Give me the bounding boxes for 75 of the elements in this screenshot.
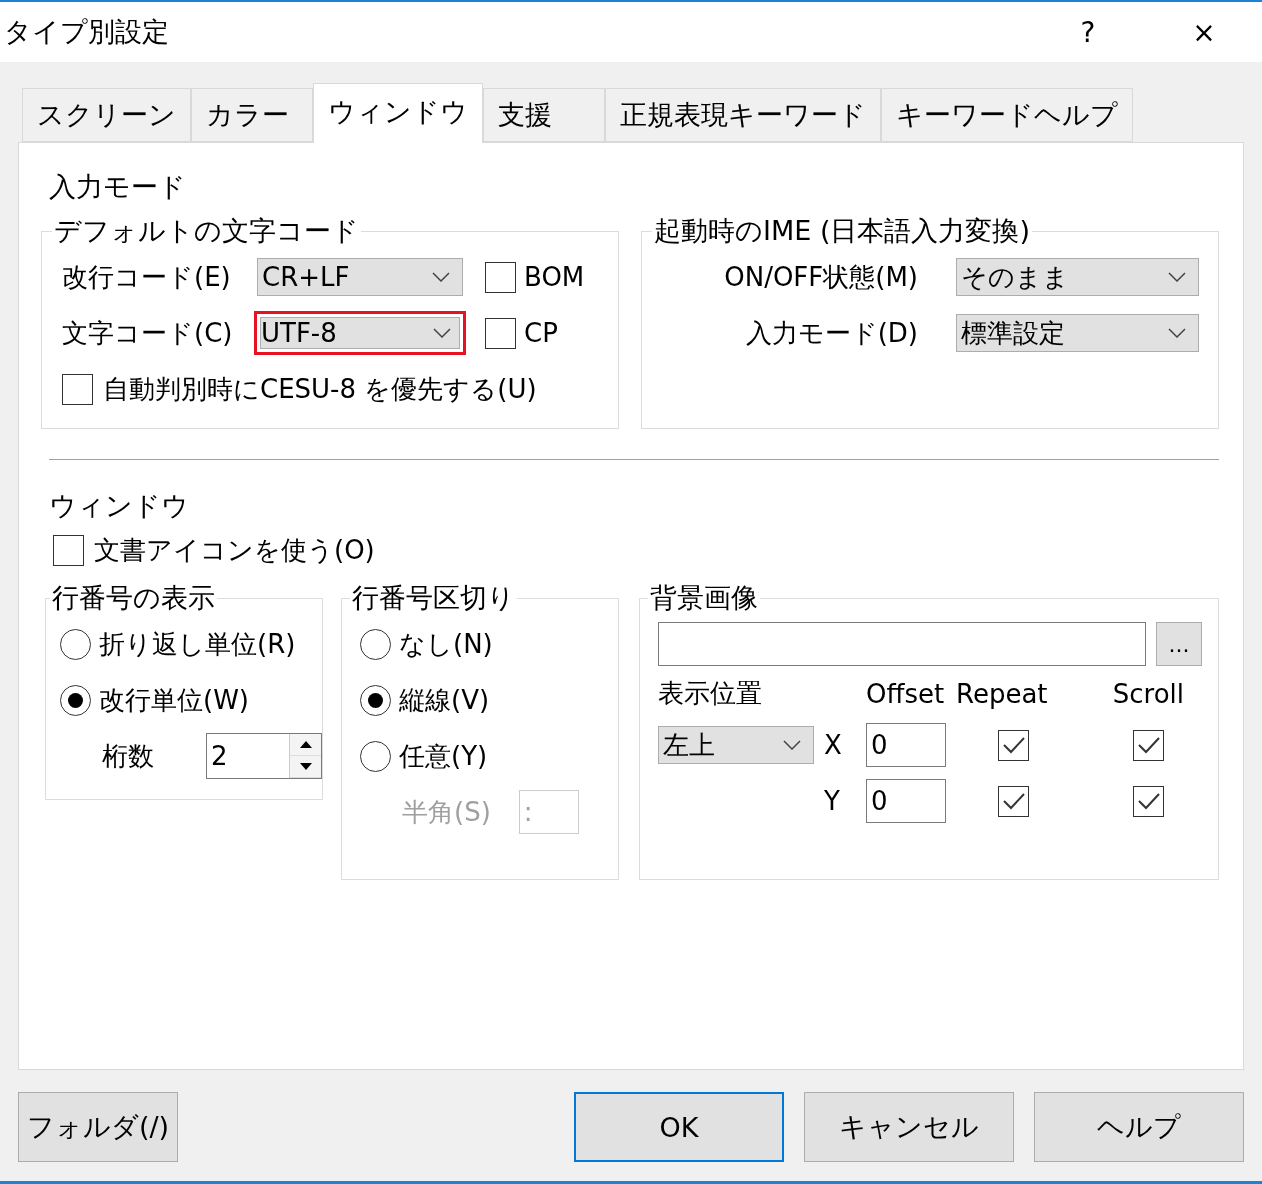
checkmark-icon xyxy=(1136,791,1161,811)
tab[interactable]: キーワードヘルプ xyxy=(881,88,1133,142)
window-title: タイプ別設定 xyxy=(4,15,170,49)
group-title: 行番号の表示 xyxy=(51,581,216,615)
checkbox[interactable] xyxy=(1133,785,1164,817)
dropdown[interactable]: 左上 xyxy=(658,726,814,764)
field-label: 改行コード(E) xyxy=(62,260,232,294)
field-label: 入力モード(D) xyxy=(744,316,918,350)
checkbox[interactable] xyxy=(485,261,516,293)
checkmark-icon xyxy=(1136,735,1161,755)
tab[interactable]: カラー xyxy=(191,88,313,142)
checkbox[interactable] xyxy=(62,373,93,405)
section-heading: 入力モード xyxy=(49,170,187,203)
chevron-down-icon xyxy=(1168,328,1186,338)
axis-label: Y xyxy=(824,786,840,816)
checkmark-icon xyxy=(1001,735,1026,755)
chevron-down-icon xyxy=(433,328,451,338)
checkmark-icon xyxy=(1001,791,1026,811)
dropdown[interactable]: そのまま xyxy=(956,258,1199,296)
close-button[interactable]: × xyxy=(1146,2,1262,62)
group-title: 起動時のIME (日本語入力変換) xyxy=(653,214,1031,248)
column-header: Repeat xyxy=(956,678,1048,709)
radio-button[interactable] xyxy=(60,684,91,716)
field-label: ON/OFF状態(M) xyxy=(723,260,918,294)
browse-button[interactable]: ... xyxy=(1156,622,1202,666)
dialog-button[interactable]: キャンセル xyxy=(804,1092,1014,1162)
field-label: 半角(S) xyxy=(402,795,491,829)
group-title: デフォルトの文字コード xyxy=(53,214,360,248)
checkbox-label: BOM xyxy=(524,262,585,292)
dialog-button[interactable]: ヘルプ xyxy=(1034,1092,1244,1162)
dropdown[interactable]: UTF-8 xyxy=(254,311,466,355)
dialog-button[interactable]: フォルダ(/) xyxy=(18,1092,178,1162)
tab[interactable]: ウィンドウ xyxy=(313,83,483,143)
field-label: 表示位置 xyxy=(658,677,763,710)
radio-button[interactable] xyxy=(360,740,391,772)
checkbox[interactable] xyxy=(485,317,516,349)
path-field[interactable] xyxy=(658,622,1146,666)
tab[interactable]: スクリーン xyxy=(22,88,191,142)
checkbox[interactable] xyxy=(1133,729,1164,761)
checkbox[interactable] xyxy=(998,729,1029,761)
section-heading: ウィンドウ xyxy=(49,489,190,522)
group-title: 背景画像 xyxy=(649,581,759,615)
help-button[interactable]: ? xyxy=(1030,2,1146,62)
radio-label: 縦線(V) xyxy=(399,683,490,717)
radio-label: 任意(Y) xyxy=(399,739,488,773)
checkbox-label: CP xyxy=(524,318,558,348)
checkbox-label: 自動判別時にCESU-8 を優先する(U) xyxy=(103,372,537,406)
tab[interactable]: 正規表現キーワード xyxy=(605,88,881,142)
tab[interactable]: 支援 xyxy=(483,88,605,142)
column-header: Offset xyxy=(866,678,945,709)
radio-button[interactable] xyxy=(60,628,91,660)
chevron-down-icon xyxy=(1168,272,1186,282)
radio-label: 改行単位(W) xyxy=(99,683,249,717)
checkbox[interactable] xyxy=(998,785,1029,817)
chevron-down-icon xyxy=(432,272,450,282)
chevron-down-icon xyxy=(783,740,801,750)
spin-down-icon[interactable] xyxy=(298,762,313,771)
input-field[interactable]: 0 xyxy=(866,723,946,767)
checkbox-label: 文書アイコンを使う(O) xyxy=(94,533,375,567)
dropdown[interactable]: 標準設定 xyxy=(956,314,1199,352)
radio-label: 折り返し単位(R) xyxy=(99,627,296,661)
radio-button[interactable] xyxy=(360,684,391,716)
spin-field[interactable]: 2 xyxy=(206,733,322,779)
group-title: 行番号区切り xyxy=(351,581,516,615)
axis-label: X xyxy=(824,730,842,760)
input-field[interactable]: 0 xyxy=(866,779,946,823)
field-label: 文字コード(C) xyxy=(62,316,234,350)
field-label: 桁数 xyxy=(101,739,155,773)
radio-button[interactable] xyxy=(360,628,391,660)
dialog-button[interactable]: OK xyxy=(574,1092,784,1162)
checkbox[interactable] xyxy=(53,534,84,566)
radio-label: なし(N) xyxy=(399,627,493,661)
spin-up-icon[interactable] xyxy=(298,740,313,749)
column-header: Scroll xyxy=(1112,678,1184,709)
dropdown[interactable]: CR+LF xyxy=(257,258,463,296)
